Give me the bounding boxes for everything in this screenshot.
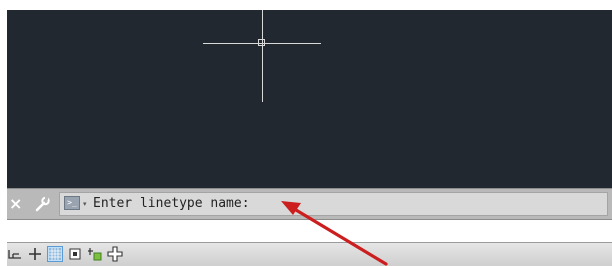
ortho-crosshair-icon[interactable] — [27, 246, 43, 262]
status-bar — [7, 242, 612, 266]
close-icon[interactable]: × — [9, 194, 22, 214]
dynamic-input-icon[interactable] — [67, 246, 83, 262]
command-prompt-icon[interactable]: >_ — [64, 196, 80, 210]
polar-tracking-icon[interactable] — [107, 246, 123, 262]
object-snap-tracking-icon[interactable] — [87, 246, 103, 262]
command-history-area — [7, 220, 612, 242]
wrench-icon[interactable] — [33, 194, 51, 214]
drawing-canvas[interactable] — [7, 10, 612, 188]
chevron-down-icon[interactable]: ▾ — [83, 197, 87, 211]
command-line-bar: × >_ ▾ Enter linetype name: — [7, 188, 612, 220]
command-prompt-text: Enter linetype name: — [93, 196, 250, 211]
crosshair-vertical — [262, 10, 263, 102]
grid-display-icon[interactable] — [47, 246, 63, 262]
snap-mode-icon[interactable] — [7, 246, 23, 262]
autocad-window: × >_ ▾ Enter linetype name: — [7, 10, 612, 266]
command-input[interactable]: >_ ▾ Enter linetype name: — [59, 192, 608, 216]
pickbox-cursor — [258, 39, 265, 46]
